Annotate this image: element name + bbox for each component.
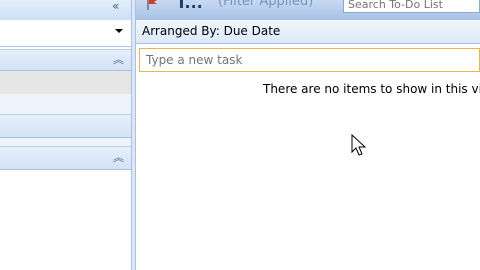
view-title: T...: [176, 0, 203, 12]
task-list: [136, 44, 480, 270]
arranged-by-bar[interactable]: Arranged By: Due Date: [136, 20, 480, 44]
double-chevron-left-icon[interactable]: «: [112, 0, 119, 12]
nav-section-header[interactable]: ︽: [0, 49, 131, 71]
double-chevron-up-icon[interactable]: ︽: [113, 54, 124, 65]
filter-status: (Filter Applied): [218, 0, 314, 9]
nav-section-header-3[interactable]: ︽: [0, 146, 131, 170]
nav-spacer: [0, 138, 131, 146]
double-chevron-up-icon[interactable]: ︽: [113, 152, 124, 163]
chevron-down-icon[interactable]: [115, 29, 123, 33]
search-input[interactable]: [344, 0, 480, 12]
mouse-cursor-icon: [351, 133, 367, 161]
nav-pane-header: «: [0, 0, 131, 21]
nav-pane-content: [0, 170, 131, 270]
flag-icon: [146, 0, 160, 13]
nav-view-dropdown[interactable]: [0, 20, 131, 47]
arranged-by-label: Arranged By: Due Date: [142, 24, 281, 38]
new-task-input[interactable]: [140, 49, 480, 71]
search-box[interactable]: [343, 0, 480, 13]
new-task-field[interactable]: [139, 48, 480, 72]
nav-section-row[interactable]: [0, 71, 131, 95]
empty-list-message: There are no items to show in this view.: [263, 82, 480, 96]
nav-section-header-2[interactable]: [0, 114, 131, 138]
nav-section-body: [0, 94, 131, 114]
